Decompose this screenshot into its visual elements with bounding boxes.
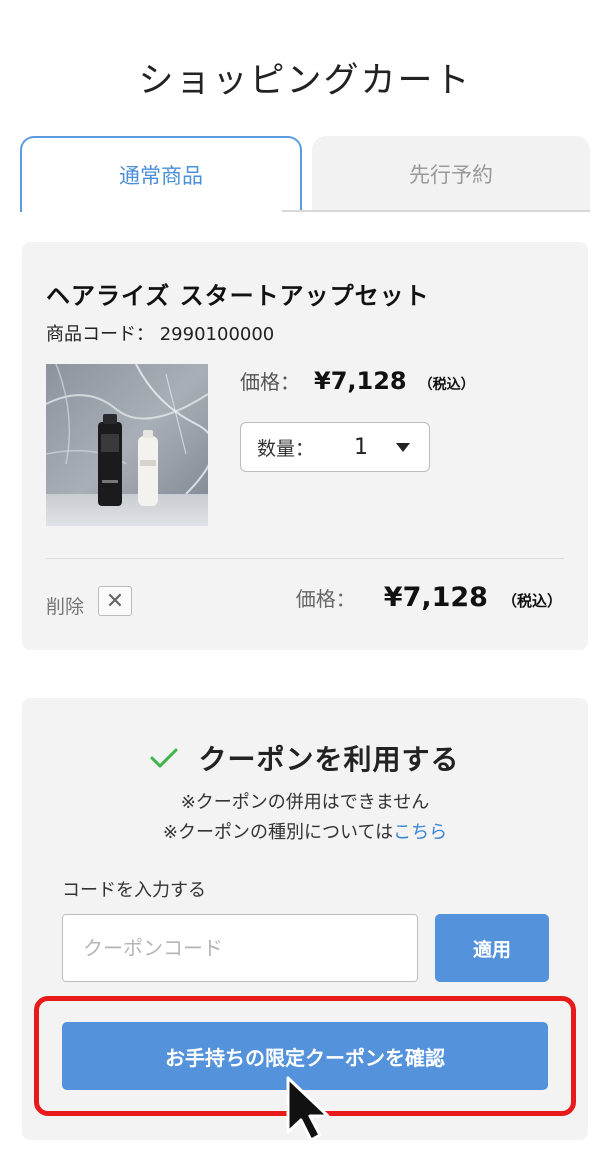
apply-coupon-button[interactable]: 適用 bbox=[435, 914, 549, 982]
unit-price-tax-label: （税込） bbox=[418, 377, 475, 393]
tab-divider bbox=[282, 210, 590, 212]
product-name[interactable]: ヘアライズ スタートアップセット bbox=[46, 276, 430, 311]
item-total-value: ¥7,128 bbox=[383, 582, 488, 613]
item-total-label: 価格： bbox=[295, 587, 356, 611]
coupon-types-link[interactable]: こちら bbox=[393, 822, 447, 843]
quantity-value: 1 bbox=[354, 434, 369, 460]
delete-button[interactable]: ✕ bbox=[98, 586, 132, 616]
item-total-tax-label: （税込） bbox=[501, 592, 562, 610]
coupon-note-types: ※クーポンの種別についてはこちら bbox=[22, 818, 588, 844]
chevron-down-icon bbox=[396, 442, 411, 452]
item-divider bbox=[46, 558, 564, 559]
cursor-arrow-icon bbox=[286, 1076, 330, 1142]
quantity-label: 数量： bbox=[257, 437, 315, 460]
product-code: 商品コード： 2990100000 bbox=[46, 320, 274, 346]
tab-preorder[interactable]: 先行予約 bbox=[312, 136, 590, 212]
coupon-title-text: クーポンを利用する bbox=[198, 743, 460, 776]
coupon-code-label: コードを入力する bbox=[62, 880, 206, 901]
close-icon: ✕ bbox=[105, 588, 125, 614]
product-image[interactable] bbox=[46, 364, 208, 526]
coupon-note-types-text: ※クーポンの種別については bbox=[162, 822, 394, 843]
unit-price-label: 価格： bbox=[240, 370, 300, 394]
delete-label: 削除 bbox=[46, 596, 85, 618]
item-total-row: 価格： ¥7,128 （税込） bbox=[296, 582, 562, 613]
unit-price-value: ¥7,128 bbox=[314, 367, 407, 395]
coupon-title[interactable]: クーポンを利用する bbox=[22, 738, 588, 778]
check-icon bbox=[150, 748, 178, 768]
product-code-value: 2990100000 bbox=[159, 324, 275, 345]
page-title: ショッピングカート bbox=[138, 61, 472, 101]
coupon-note-combine: ※クーポンの併用はできません bbox=[180, 792, 430, 813]
cart-item-card: ヘアライズ スタートアップセット 商品コード： 2990100000 価格： ¥… bbox=[22, 242, 588, 650]
product-code-label: 商品コード： bbox=[46, 324, 154, 345]
quantity-select[interactable]: 数量： 1 bbox=[240, 422, 430, 472]
tab-regular-items[interactable]: 通常商品 bbox=[20, 136, 302, 212]
coupon-code-input[interactable] bbox=[62, 914, 418, 982]
unit-price-row: 価格： ¥7,128 （税込） bbox=[240, 366, 475, 395]
cart-tabs: 通常商品 先行予約 bbox=[20, 136, 590, 212]
